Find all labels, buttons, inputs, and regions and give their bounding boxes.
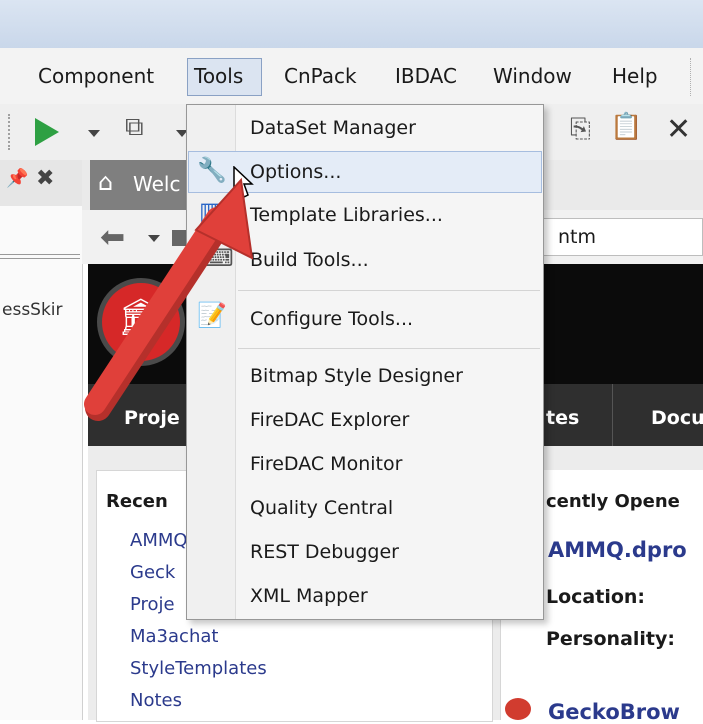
recent-file-link-2[interactable]: GeckoBrow: [548, 700, 680, 724]
copy-icon[interactable]: ⎘: [570, 114, 591, 145]
home-icon: ⌂: [98, 168, 114, 196]
menu-item-label: Template Libraries...: [250, 204, 443, 226]
menu-item-label: FireDAC Monitor: [250, 453, 403, 475]
menu-separator: [238, 348, 540, 349]
gecko-icon: [505, 698, 531, 720]
close-icon[interactable]: ✖: [36, 166, 54, 191]
nav-docu[interactable]: Docu: [651, 407, 703, 429]
back-arrow-icon[interactable]: ⬅: [100, 220, 125, 255]
menu-item-label: REST Debugger: [250, 541, 399, 563]
dock-divider: [0, 254, 80, 259]
menu-component[interactable]: Component: [38, 64, 154, 88]
menu-ibdac[interactable]: IBDAC: [395, 64, 457, 88]
personality-label: Personality:: [546, 628, 675, 650]
menu-item-label: Configure Tools...: [250, 308, 414, 330]
address-text: ntm: [558, 226, 596, 248]
paste-icon[interactable]: 📋: [610, 112, 642, 142]
menu-item-label: Quality Central: [250, 497, 394, 519]
menu-item-label: Options...: [250, 161, 342, 183]
recent-panel-title: Recen: [106, 491, 168, 512]
menu-item-label: XML Mapper: [250, 585, 368, 607]
back-dropdown-icon[interactable]: [148, 235, 160, 242]
temple-icon: 🏛: [118, 297, 164, 338]
configure-tools-icon: 📝: [197, 301, 227, 329]
libraries-icon: ▥: [199, 197, 222, 225]
menu-item-label: FireDAC Explorer: [250, 409, 410, 431]
dock-panel: [0, 206, 83, 720]
recent-item[interactable]: Proje: [130, 594, 175, 615]
location-label: Location:: [546, 586, 646, 608]
recent-item[interactable]: Ma3achat: [130, 626, 218, 647]
recent-item[interactable]: Geck: [130, 562, 175, 583]
welcome-tab-label: Welc: [133, 172, 181, 196]
nav-tes[interactable]: tes: [546, 407, 579, 429]
menu-cnpack[interactable]: CnPack: [284, 64, 357, 88]
mouse-cursor-icon: [233, 166, 254, 199]
run-dropdown-icon[interactable]: [88, 130, 100, 137]
nav-projects[interactable]: Proje: [124, 407, 180, 429]
recent-item[interactable]: AMMQ: [130, 530, 188, 551]
open-project-icon[interactable]: ⧉: [125, 112, 144, 143]
build-tools-icon: ⌨: [199, 244, 234, 272]
menu-item-label: Bitmap Style Designer: [250, 365, 463, 387]
pin-icon[interactable]: 📌: [6, 168, 28, 189]
run-icon[interactable]: [35, 118, 59, 146]
menu-separator: [238, 290, 540, 291]
menu-item-label: Build Tools...: [250, 249, 369, 271]
menu-window[interactable]: Window: [493, 64, 572, 88]
delete-icon[interactable]: ✕: [666, 112, 691, 147]
menu-tools[interactable]: Tools: [187, 58, 262, 96]
wrench-icon: 🔧: [197, 156, 227, 184]
window-title-bar: [0, 0, 703, 48]
menu-help[interactable]: Help: [612, 64, 658, 88]
menu-item-label: DataSet Manager: [250, 117, 416, 139]
recent-item[interactable]: StyleTemplates: [130, 658, 267, 679]
forward-icon[interactable]: [172, 230, 186, 246]
recently-opened-title: cently Opene: [546, 491, 680, 512]
toolbar-grip[interactable]: [8, 114, 14, 150]
menubar-separator: [690, 58, 693, 96]
nav-divider: [612, 384, 613, 446]
recent-file-link[interactable]: AMMQ.dpro: [548, 538, 687, 562]
dock-item-text[interactable]: essSkir: [2, 300, 63, 320]
recent-item[interactable]: Notes: [130, 690, 182, 711]
